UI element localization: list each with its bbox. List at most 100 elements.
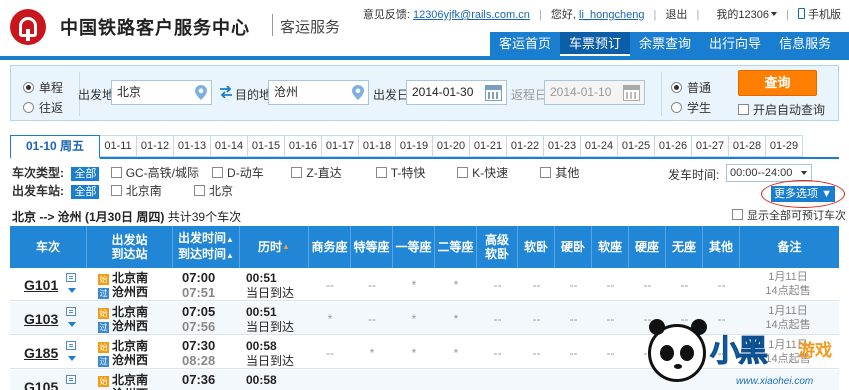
date-tab[interactable]: 01-20 <box>433 135 470 157</box>
location-pin-icon[interactable] <box>195 85 207 100</box>
date-tab[interactable]: 01-22 <box>507 135 544 157</box>
header-divider <box>0 56 849 60</box>
ticket-normal-radio[interactable]: 普通 <box>671 78 711 98</box>
from-station-value: 北京 <box>117 85 142 99</box>
depart-time: 07:36 <box>182 372 216 387</box>
filter-option[interactable]: T-特快 <box>375 165 440 181</box>
col-duration[interactable]: 历时 ▲ <box>240 226 309 268</box>
date-tab[interactable]: 01-17 <box>322 135 359 157</box>
location-pin-icon[interactable] <box>352 85 364 100</box>
calendar-icon[interactable] <box>485 85 502 101</box>
nav-travel-guide[interactable]: 出行向导 <box>700 32 770 56</box>
duration: 00:51 <box>246 305 277 319</box>
col-times[interactable]: 出发时间▲ 到达时间▲ <box>173 226 240 268</box>
date-tab-active[interactable]: 01-10 周五 <box>10 135 100 159</box>
date-tab[interactable]: 01-14 <box>211 135 248 157</box>
filter-option-label: GC-高铁/城际 <box>125 166 200 180</box>
date-tab[interactable]: 01-28 <box>729 135 766 157</box>
chevron-down-icon <box>801 171 807 175</box>
filter-option[interactable]: 其他 <box>540 165 579 181</box>
train-info-icon[interactable] <box>66 341 76 350</box>
to-station-input[interactable]: 沧州 <box>268 80 369 105</box>
calendar-icon[interactable] <box>623 85 640 101</box>
feedback-email-link[interactable]: 12306yjfk@rails.com.cn <box>413 9 530 21</box>
train-number-link[interactable]: G185 <box>24 345 58 361</box>
to-station: 过沧州西 <box>98 285 148 299</box>
filter-option[interactable]: GC-高铁/城际 <box>110 165 199 181</box>
railway-logo-icon[interactable] <box>10 9 46 45</box>
seat-availability: -- <box>569 311 578 326</box>
watermark-url: www.xiaohei.com <box>736 376 814 387</box>
train-number-link[interactable]: G101 <box>24 277 58 293</box>
train-number-link[interactable]: G105 <box>24 379 58 390</box>
my12306-menu[interactable]: 我的12306 <box>716 6 778 22</box>
train-info-icon[interactable] <box>66 307 76 316</box>
query-button[interactable]: 查询 <box>738 70 817 96</box>
date-tab[interactable]: 01-29 <box>766 135 803 157</box>
from-station-name: 北京南 <box>112 305 149 319</box>
from-station: 始北京南 <box>98 373 148 387</box>
date-tab[interactable]: 01-16 <box>285 135 322 157</box>
expand-stops-icon[interactable] <box>68 356 76 361</box>
date-tab[interactable]: 01-24 <box>581 135 618 157</box>
username-link[interactable]: li_hongcheng <box>579 9 644 21</box>
seat-availability: -- <box>606 277 615 292</box>
train-info-icon[interactable] <box>66 273 76 282</box>
return-date-input[interactable]: 2014-01-10 <box>544 80 645 105</box>
logout-link[interactable]: 退出 <box>665 6 687 22</box>
date-tab[interactable]: 01-11 <box>100 135 137 157</box>
to-station-name: 沧州西 <box>112 285 149 299</box>
filter-option[interactable]: K-快速 <box>457 165 523 181</box>
nav-info-service[interactable]: 信息服务 <box>770 32 840 56</box>
date-tab[interactable]: 01-25 <box>618 135 655 157</box>
from-station-input[interactable]: 北京 <box>111 80 212 105</box>
feedback-label: 意见反馈: <box>362 9 410 21</box>
train-info-icon[interactable] <box>66 375 76 384</box>
checkbox-icon <box>110 167 122 178</box>
ticket-normal-label: 普通 <box>687 81 712 95</box>
nav-home[interactable]: 客运首页 <box>490 32 560 56</box>
site-title[interactable]: 中国铁路客户服务中心 <box>60 14 250 40</box>
date-tab[interactable]: 01-21 <box>470 135 507 157</box>
checkbox-icon <box>212 167 224 178</box>
filter-option[interactable]: 北京南 <box>110 183 177 199</box>
station-all-button[interactable]: 全部 <box>71 185 100 199</box>
swap-stations-icon[interactable] <box>219 86 233 98</box>
date-tab[interactable]: 01-12 <box>137 135 174 157</box>
date-tab[interactable]: 01-13 <box>174 135 211 157</box>
expand-stops-icon[interactable] <box>68 322 76 327</box>
station-filter: 出发车站: 全部 北京南 北京 <box>12 183 247 199</box>
date-tab[interactable]: 01-15 <box>248 135 285 157</box>
col-soft-sleeper: 软卧 <box>518 226 555 268</box>
from-station-name: 北京南 <box>112 373 149 387</box>
depart-date-input[interactable]: 2014-01-30 <box>406 80 507 105</box>
date-tab[interactable]: 01-27 <box>692 135 729 157</box>
date-tab[interactable]: 01-18 <box>359 135 396 157</box>
trip-round-radio[interactable]: 往返 <box>23 98 63 118</box>
station-filter-label: 出发车站: <box>12 184 64 198</box>
seat-availability: -- <box>717 277 726 292</box>
table-row[interactable]: G101 始北京南过沧州西 07:00 07:51 00:51 当日到达 -- -- * * -- -… <box>10 268 839 301</box>
trip-oneway-radio[interactable]: 单程 <box>23 78 63 98</box>
train-type-all-button[interactable]: 全部 <box>71 167 100 181</box>
date-tab[interactable]: 01-19 <box>396 135 433 157</box>
main-nav: 客运首页 车票预订 余票查询 出行向导 信息服务 <box>490 32 849 56</box>
filter-option[interactable]: Z-直达 <box>291 165 358 181</box>
show-all-checkbox[interactable]: 显示全部可预订车次 <box>732 207 846 223</box>
table-header: 车次 出发站 到达站 出发时间▲ 到达时间▲ 历时 ▲ 商务座 特等座 一等座 二… <box>10 226 839 268</box>
nav-remaining-tickets[interactable]: 余票查询 <box>630 32 700 56</box>
to-station: 过沧州西 <box>98 319 148 333</box>
expand-stops-icon[interactable] <box>68 288 76 293</box>
nav-booking[interactable]: 车票预订 <box>560 32 631 56</box>
departure-time-label: 发车时间: <box>668 168 720 182</box>
date-tab[interactable]: 01-26 <box>655 135 692 157</box>
seat-availability: -- <box>326 277 334 292</box>
date-tab[interactable]: 01-23 <box>544 135 581 157</box>
filter-option[interactable]: 北京 <box>194 183 233 199</box>
ticket-student-radio[interactable]: 学生 <box>671 98 711 118</box>
mobile-link[interactable]: 手机版 <box>798 6 841 22</box>
filter-option[interactable]: D-动车 <box>212 165 274 181</box>
auto-query-checkbox[interactable]: 开启自动查询 <box>738 101 825 118</box>
train-number-link[interactable]: G103 <box>24 311 58 327</box>
arrive-time: 08:28 <box>182 353 216 368</box>
